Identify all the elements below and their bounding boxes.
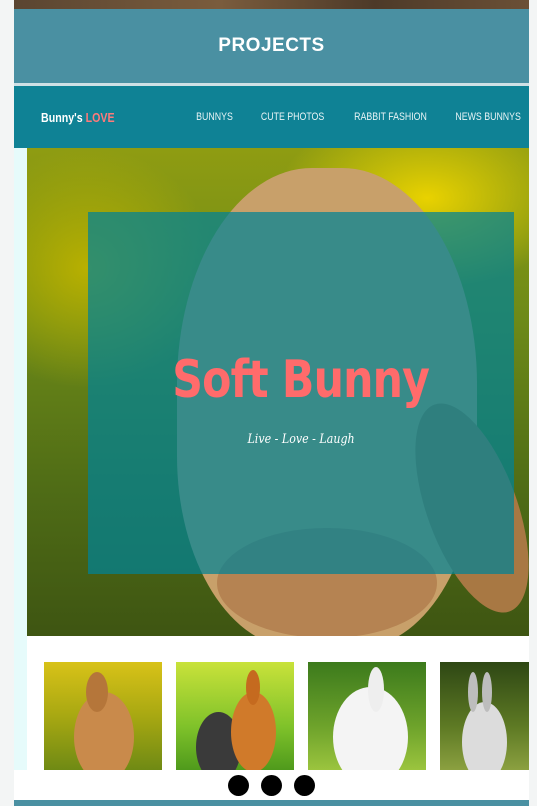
project-site-logo: Bunny's LOVE: [41, 110, 115, 125]
project-site-nav: Bunny's LOVE BUNNYS CUTE PHOTOS RABBIT F…: [14, 86, 529, 148]
menu-item-rabbit-fashion: RABBIT FASHION: [354, 111, 428, 123]
hero-title: Soft Bunny: [172, 349, 431, 410]
section-title: PROJECTS: [218, 35, 325, 56]
menu-item-bunnys: BUNNYS: [196, 111, 233, 123]
thumbnail-bunny-4: [440, 662, 529, 770]
bottom-strip: [14, 800, 529, 806]
menu-item-cute-photos: CUTE PHOTOS: [260, 111, 325, 123]
thumbnail-row: [27, 636, 529, 770]
carousel-dots: [14, 770, 529, 800]
project-screenshot[interactable]: Bunny's LOVE BUNNYS CUTE PHOTOS RABBIT F…: [14, 86, 529, 770]
logo-text: Bunny's: [41, 109, 86, 125]
left-accent-bar: [14, 148, 27, 770]
top-photo-strip: [14, 0, 529, 9]
carousel-dot-1[interactable]: [228, 774, 249, 796]
menu-item-news-bunnys: NEWS BUNNYS: [455, 111, 521, 123]
hero-subtitle: Live - Love - Laugh: [247, 431, 355, 447]
hero-image: Soft Bunny Live - Love - Laugh: [27, 148, 529, 636]
carousel-dot-2[interactable]: [261, 774, 282, 796]
section-header: PROJECTS: [14, 9, 529, 83]
project-site-menu: BUNNYS CUTE PHOTOS RABBIT FASHION NEWS B…: [187, 111, 521, 123]
carousel-dot-3[interactable]: [294, 774, 315, 796]
thumbnail-bunny-2: [176, 662, 294, 770]
thumbnail-bunny-1: [44, 662, 162, 770]
thumbnail-bunny-3: [308, 662, 426, 770]
logo-accent-text: LOVE: [85, 109, 115, 125]
hero-overlay: Soft Bunny Live - Love - Laugh: [88, 212, 514, 574]
